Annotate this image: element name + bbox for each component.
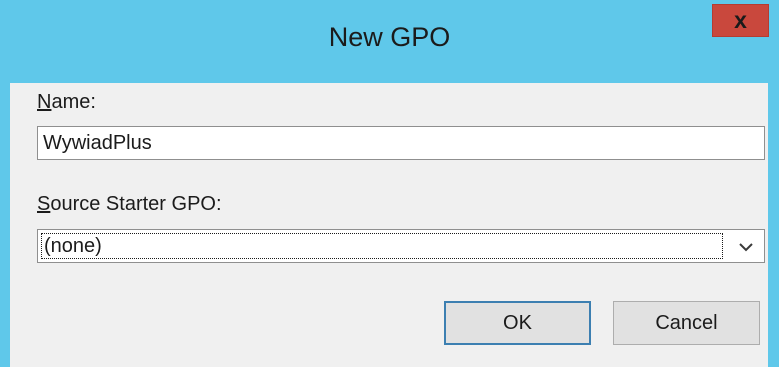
dialog-body: Name: WywiadPlus Source Starter GPO: (no…: [10, 83, 768, 367]
chevron-down-icon[interactable]: [732, 232, 760, 260]
source-starter-gpo-label: Source Starter GPO:: [37, 193, 222, 216]
selected-value: (none): [41, 233, 723, 259]
name-label-accesskey: N: [37, 91, 52, 113]
source-label-accesskey: S: [37, 193, 51, 215]
close-button[interactable]: x: [712, 4, 769, 37]
title-bar[interactable]: New GPO x: [0, 0, 779, 83]
close-icon: x: [734, 7, 747, 33]
source-label-text: ource Starter GPO:: [50, 193, 222, 215]
window-title: New GPO: [328, 22, 451, 52]
source-starter-gpo-select[interactable]: (none): [37, 229, 765, 263]
ok-button[interactable]: OK: [444, 301, 591, 345]
new-gpo-dialog: New GPO x Name: WywiadPlus Source Starte…: [0, 0, 779, 367]
cancel-button[interactable]: Cancel: [613, 301, 760, 345]
name-label: Name:: [37, 91, 96, 114]
name-label-text: ame:: [51, 91, 96, 113]
name-input[interactable]: WywiadPlus: [37, 126, 765, 160]
